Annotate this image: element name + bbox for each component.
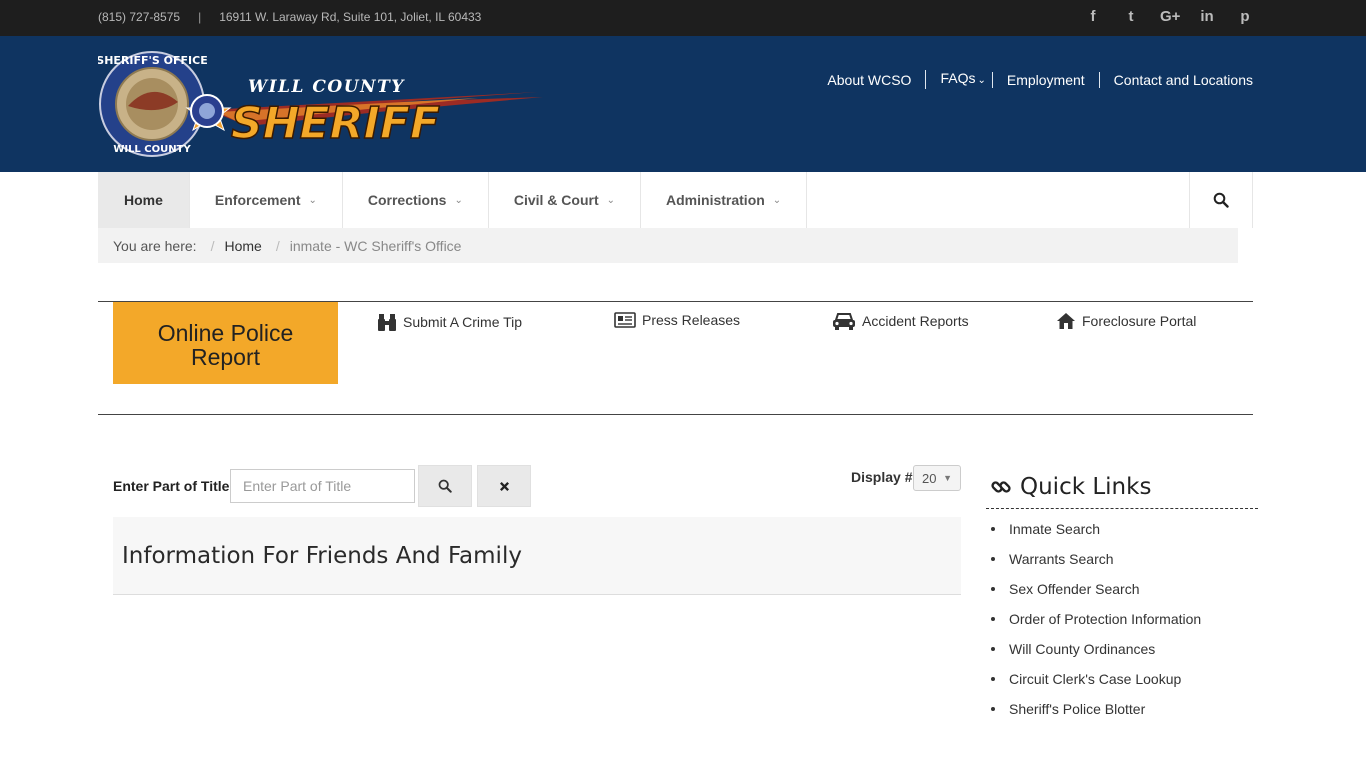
foreclosure-portal-link[interactable]: Foreclosure Portal bbox=[1056, 312, 1196, 330]
quick-link-police-blotter[interactable]: Sheriff's Police Blotter bbox=[986, 699, 1258, 729]
result-title-link[interactable]: Information For Friends And Family bbox=[122, 543, 522, 569]
nav-faqs[interactable]: FAQs ⌄ bbox=[925, 70, 986, 89]
google-plus-icon[interactable]: G+ bbox=[1160, 8, 1180, 25]
quick-links-bar: Online Police Report Submit A Crime Tip … bbox=[98, 301, 1253, 415]
quick-links-title: Quick Links bbox=[1020, 473, 1152, 500]
filter-search-button[interactable] bbox=[418, 465, 472, 507]
breadcrumb: You are here: / Home / inmate - WC Sheri… bbox=[98, 228, 1238, 263]
nav-administration-label: Administration bbox=[666, 192, 765, 208]
seal-text: SHERIFF'S OFFICE bbox=[98, 54, 208, 67]
breadcrumb-divider: / bbox=[210, 237, 215, 254]
nav-home[interactable]: Home bbox=[98, 172, 190, 228]
nav-contact[interactable]: Contact and Locations bbox=[1098, 71, 1253, 88]
nav-corrections[interactable]: Corrections ⌄ bbox=[343, 172, 489, 228]
filter-label: Enter Part of Title bbox=[113, 478, 230, 494]
quick-link-warrants-search[interactable]: Warrants Search bbox=[986, 549, 1258, 579]
filter-clear-button[interactable] bbox=[477, 465, 531, 507]
accident-reports-link[interactable]: Accident Reports bbox=[832, 312, 969, 330]
logo-top-text: WILL COUNTY bbox=[248, 77, 405, 97]
header-nav: About WCSO FAQs ⌄ Employment Contact and … bbox=[827, 70, 1253, 89]
svg-text:WILL COUNTY: WILL COUNTY bbox=[113, 144, 191, 155]
nav-administration[interactable]: Administration ⌄ bbox=[641, 172, 808, 228]
contact-separator: | bbox=[198, 10, 202, 24]
title-filter-input[interactable] bbox=[230, 469, 415, 503]
crime-tip-label: Submit A Crime Tip bbox=[403, 314, 523, 330]
quick-link-sex-offender-search[interactable]: Sex Offender Search bbox=[986, 579, 1258, 609]
nav-home-label: Home bbox=[124, 192, 163, 208]
chevron-down-icon: ⌄ bbox=[454, 194, 463, 206]
nav-civil-court[interactable]: Civil & Court ⌄ bbox=[489, 172, 642, 228]
caret-down-icon: ▼ bbox=[943, 473, 952, 483]
home-icon bbox=[1057, 313, 1075, 329]
nav-search-button[interactable] bbox=[1189, 172, 1253, 228]
chevron-down-icon: ⌄ bbox=[977, 75, 986, 86]
link-icon bbox=[991, 480, 1011, 493]
display-count-value: 20 bbox=[922, 470, 937, 486]
breadcrumb-label: You are here: bbox=[113, 237, 197, 254]
press-releases-link[interactable]: Press Releases bbox=[614, 312, 740, 328]
crime-tip-link[interactable]: Submit A Crime Tip bbox=[377, 312, 522, 332]
search-icon bbox=[1213, 192, 1229, 208]
quick-link-order-of-protection[interactable]: Order of Protection Information bbox=[986, 609, 1258, 639]
quick-link-ordinances[interactable]: Will County Ordinances bbox=[986, 639, 1258, 669]
contact-info: (815) 727-8575 | 16911 W. Laraway Rd, Su… bbox=[98, 10, 481, 24]
quick-links-list: Inmate Search Warrants Search Sex Offend… bbox=[986, 519, 1258, 729]
binoculars-icon bbox=[378, 314, 396, 331]
twitter-icon[interactable]: t bbox=[1122, 8, 1140, 25]
nav-enforcement-label: Enforcement bbox=[214, 192, 301, 208]
display-count-label: Display # bbox=[851, 469, 913, 485]
facebook-icon[interactable]: f bbox=[1084, 8, 1102, 25]
search-icon bbox=[438, 479, 452, 493]
quick-link-inmate-search[interactable]: Inmate Search bbox=[986, 519, 1258, 549]
top-bar: (815) 727-8575 | 16911 W. Laraway Rd, Su… bbox=[0, 0, 1366, 36]
nav-employment[interactable]: Employment bbox=[991, 71, 1099, 88]
chevron-down-icon: ⌄ bbox=[308, 194, 317, 206]
nav-corrections-label: Corrections bbox=[367, 192, 447, 208]
accident-reports-label: Accident Reports bbox=[862, 313, 969, 329]
phone-number[interactable]: (815) 727-8575 bbox=[98, 10, 180, 24]
nav-faqs-label: FAQs bbox=[940, 70, 976, 86]
chevron-down-icon: ⌄ bbox=[606, 194, 616, 206]
close-icon bbox=[499, 481, 509, 491]
newspaper-icon bbox=[614, 312, 636, 328]
breadcrumb-current: inmate - WC Sheriff's Office bbox=[289, 237, 462, 254]
quick-links-header: Quick Links bbox=[986, 465, 1258, 509]
press-releases-label: Press Releases bbox=[642, 312, 741, 328]
foreclosure-portal-label: Foreclosure Portal bbox=[1082, 313, 1197, 329]
online-police-report-button[interactable]: Online Police Report bbox=[113, 302, 338, 384]
logo-main-text: SHERIFF bbox=[231, 98, 440, 149]
nav-about[interactable]: About WCSO bbox=[827, 72, 925, 88]
breadcrumb-home[interactable]: Home bbox=[224, 238, 261, 254]
chevron-down-icon: ⌄ bbox=[772, 194, 782, 206]
pinterest-icon[interactable]: p bbox=[1236, 8, 1254, 25]
site-header: SHERIFF'S OFFICE WILL COUNTY WILL COUNTY… bbox=[0, 36, 1366, 172]
nav-enforcement[interactable]: Enforcement ⌄ bbox=[190, 172, 343, 228]
address: 16911 W. Laraway Rd, Suite 101, Joliet, … bbox=[219, 10, 482, 24]
linkedin-icon[interactable]: in bbox=[1198, 8, 1216, 25]
car-icon bbox=[833, 313, 855, 330]
display-count-select[interactable]: 20 ▼ bbox=[913, 465, 961, 491]
list-item: Information For Friends And Family bbox=[113, 517, 961, 595]
sheriff-logo[interactable]: SHERIFF'S OFFICE WILL COUNTY WILL COUNTY… bbox=[98, 50, 548, 158]
main-nav: Home Enforcement ⌄ Corrections ⌄ Civil & C… bbox=[98, 172, 1253, 228]
nav-civil-court-label: Civil & Court bbox=[513, 192, 599, 208]
breadcrumb-divider: / bbox=[275, 237, 280, 254]
social-links: f t G+ in p bbox=[1084, 8, 1254, 25]
quick-link-case-lookup[interactable]: Circuit Clerk's Case Lookup bbox=[986, 669, 1258, 699]
quick-links-sidebar: Quick Links Inmate Search Warrants Searc… bbox=[986, 465, 1258, 729]
online-police-report-label: Online Police Report bbox=[157, 320, 294, 370]
